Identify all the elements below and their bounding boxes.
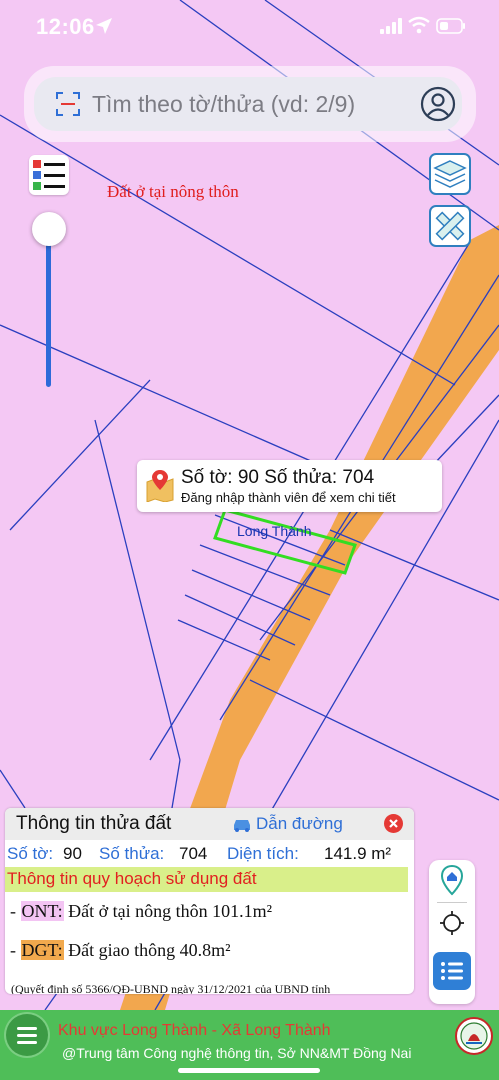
layers-icon [433, 160, 467, 188]
logo [455, 1017, 493, 1055]
scan-icon[interactable] [55, 91, 81, 117]
popup-subtitle[interactable]: Đăng nhập thành viên để xem chi tiết [181, 490, 396, 505]
panel-header: Thông tin thửa đất Dẫn đường [5, 808, 414, 840]
home-pin-icon[interactable] [439, 864, 465, 896]
tools-divider [437, 902, 467, 903]
status-bar: 12:06 [0, 0, 499, 58]
plan-item-ont: - ONT: Đất ở tại nông thôn 101.1m² [10, 901, 272, 922]
parcel-number-value: 704 [179, 844, 208, 863]
signal-icon [380, 18, 402, 34]
plan-header: Thông tin quy hoạch sử dụng đất [5, 867, 408, 892]
copyright-text: @Trung tâm Công nghệ thông tin, Sở NN&MT… [62, 1045, 412, 1061]
menu-button[interactable] [6, 1014, 48, 1056]
decision-note: (Quyết định số 5366/QĐ-UBND ngày 31/12/2… [11, 982, 331, 994]
locate-icon[interactable] [439, 910, 465, 936]
home-indicator [178, 1068, 320, 1073]
list-button[interactable] [433, 952, 471, 990]
legend-icon [33, 160, 65, 190]
area-value: 141.9 m² [324, 844, 392, 863]
status-time: 12:06 [36, 14, 95, 39]
popup-title: Số tờ: 90 Số thửa: 704 [181, 467, 375, 488]
sheet-value: 90 [63, 844, 82, 863]
area-location-text: Khu vực Long Thành - Xã Long Thành [58, 1022, 331, 1039]
zone-label: Đất ở tại nông thôn [107, 182, 239, 201]
plan-title: Thông tin quy hoạch sử dụng đất [7, 869, 257, 888]
menu-icon [17, 1027, 37, 1044]
map-pin-icon [146, 470, 174, 502]
plan-text: Đất ở tại nông thôn 101.1m² [63, 901, 273, 921]
plan-prefix: - [10, 940, 21, 960]
sheet-label: Số tờ: [7, 844, 54, 863]
area-label: Diện tích: [227, 844, 299, 863]
layers-button[interactable] [429, 153, 471, 195]
plan-code-dgt: DGT: [20, 940, 64, 960]
legend-button[interactable] [29, 155, 69, 195]
map-tools [429, 860, 475, 1004]
list-icon [441, 962, 463, 980]
wifi-icon [408, 16, 430, 34]
close-icon [389, 819, 398, 828]
zoom-slider-track[interactable] [46, 230, 51, 387]
user-icon[interactable] [420, 86, 456, 122]
search-input[interactable] [92, 86, 414, 122]
parcel-number-label: Số thửa: [99, 844, 165, 863]
close-button[interactable] [384, 814, 403, 833]
parcel-summary-row: Số tờ: 90 Số thửa: 704 Diện tích: 141.9 … [5, 844, 414, 866]
measure-button[interactable] [429, 205, 471, 247]
plan-prefix: - [10, 901, 21, 921]
parcel-map-label: Long Thành [237, 523, 312, 539]
parcel-info-panel: Thông tin thửa đất Dẫn đường Số tờ: 90 S… [5, 808, 414, 994]
car-icon [234, 820, 250, 832]
directions-label: Dẫn đường [256, 814, 343, 833]
plan-text: Đất giao thông 40.8m² [63, 940, 231, 960]
zoom-slider-thumb[interactable] [32, 212, 66, 246]
plan-code-ont: ONT: [20, 901, 64, 921]
battery-icon [436, 18, 465, 34]
parcel-popup[interactable]: Số tờ: 90 Số thửa: 704 Đăng nhập thành v… [137, 460, 442, 512]
location-arrow-icon [96, 18, 112, 34]
plan-item-dgt: - DGT: Đất giao thông 40.8m² [10, 940, 231, 961]
measure-icon [435, 211, 465, 241]
panel-title: Thông tin thửa đất [16, 813, 172, 834]
